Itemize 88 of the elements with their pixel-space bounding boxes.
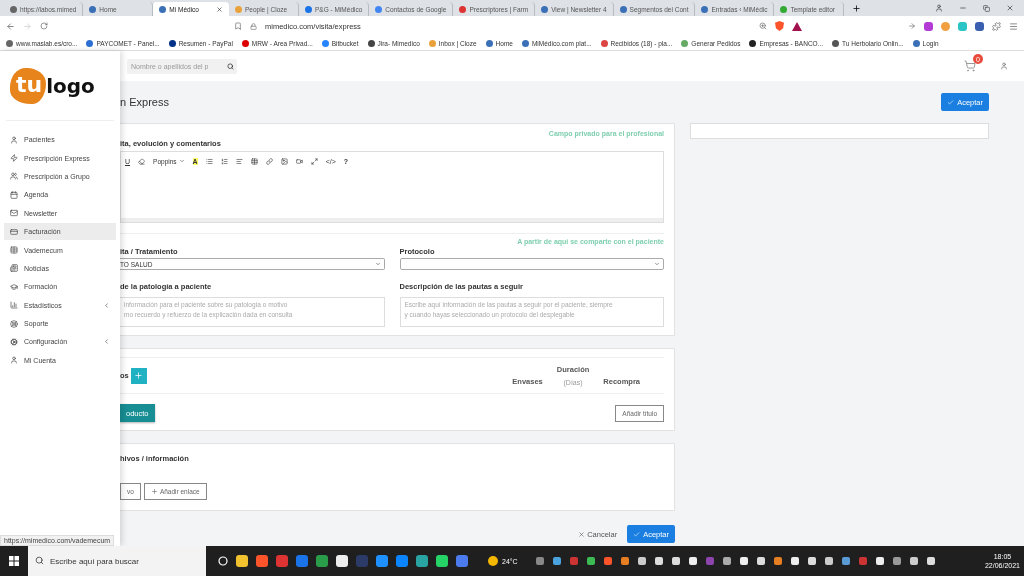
sidebar-item-icon [10,135,18,144]
site-icon [159,5,167,13]
site-icon [485,39,493,47]
site-icon [619,5,627,13]
table-icon[interactable] [250,157,258,165]
caret-icon [374,261,381,267]
caret-icon [654,261,660,267]
site-icon [428,39,436,47]
logo-text: logo [46,73,95,98]
windows-icon [9,556,19,566]
fullscreen-icon[interactable] [310,157,318,165]
plus-icon [150,488,158,495]
app-icon[interactable] [256,555,268,567]
task-view-icon[interactable] [218,556,228,566]
link-icon[interactable] [265,157,273,165]
sidebar-item-icon [10,282,18,291]
reload-icon[interactable] [40,22,48,30]
site-icon [780,5,788,13]
eraser-icon[interactable] [138,157,146,165]
plus-icon [134,371,144,380]
bookmark-icon[interactable] [234,22,242,30]
logo-prefix-text: tu [10,67,47,104]
protocol-select[interactable] [399,258,664,270]
menu-icon[interactable] [1009,21,1018,31]
check-icon [633,530,641,538]
search-icon [227,62,234,70]
add-button[interactable] [130,367,147,384]
app-icon[interactable] [416,555,428,567]
site-icon [541,5,549,13]
profile-icon[interactable] [935,4,943,12]
site-icon [241,39,249,47]
extensions-icon[interactable] [992,21,1001,31]
sidebar-item-icon [10,227,18,236]
shield-icon[interactable] [775,21,784,31]
site-icon [459,5,467,13]
sidebar-item-icon [10,246,18,255]
site-icon [832,39,840,47]
lock-icon [250,22,257,30]
check-icon [947,98,955,106]
sidebar-item-icon [10,301,18,310]
site-icon [681,39,689,47]
sidebar-item-icon [10,172,18,181]
site-icon [6,39,13,47]
align-icon[interactable] [235,157,243,165]
restore-icon[interactable] [983,4,990,12]
site-icon [235,5,242,13]
site-icon [321,39,329,47]
site-icon [168,39,176,47]
page-title: n Express [120,96,169,108]
site-icon [912,39,920,47]
caret-icon [178,158,185,164]
site-icon [600,39,608,47]
sun-icon [488,556,498,566]
close-icon[interactable] [1006,4,1014,12]
sidebar-item-icon [10,356,18,365]
sidebar-item-icon [10,190,18,199]
bullet-list-icon[interactable] [205,157,213,165]
close-icon [578,530,586,538]
site-icon [89,5,97,13]
site-icon [86,39,94,47]
sidebar-item-icon [10,264,18,273]
sidebar-item-icon [10,209,18,218]
cart-icon[interactable] [964,60,976,72]
app-icon[interactable] [336,555,348,567]
taskbar-search-field[interactable]: Escribe aquí para buscar [28,546,206,576]
site-icon [749,39,757,47]
video-icon[interactable] [295,157,303,165]
new-tab-icon[interactable] [852,4,862,13]
image-icon[interactable] [280,157,288,165]
numbered-list-icon[interactable] [220,157,228,165]
back-icon[interactable] [6,21,15,31]
search-icon [35,556,44,565]
site-icon [305,5,312,13]
site-icon [367,39,375,47]
close-icon[interactable] [216,5,223,13]
app-icon[interactable] [376,555,388,567]
app-icon[interactable] [436,555,448,567]
site-icon [701,5,709,13]
site-icon [521,39,529,47]
sidebar-item-icon [10,338,18,346]
site-icon [375,5,383,13]
sidebar-item-icon [10,319,18,328]
app-icon[interactable] [236,555,248,567]
triangle-icon[interactable] [792,21,802,31]
user-icon[interactable] [1000,62,1008,70]
site-icon [10,5,17,13]
zoom-icon[interactable] [759,22,767,30]
sidebar-item-icon [10,154,18,163]
